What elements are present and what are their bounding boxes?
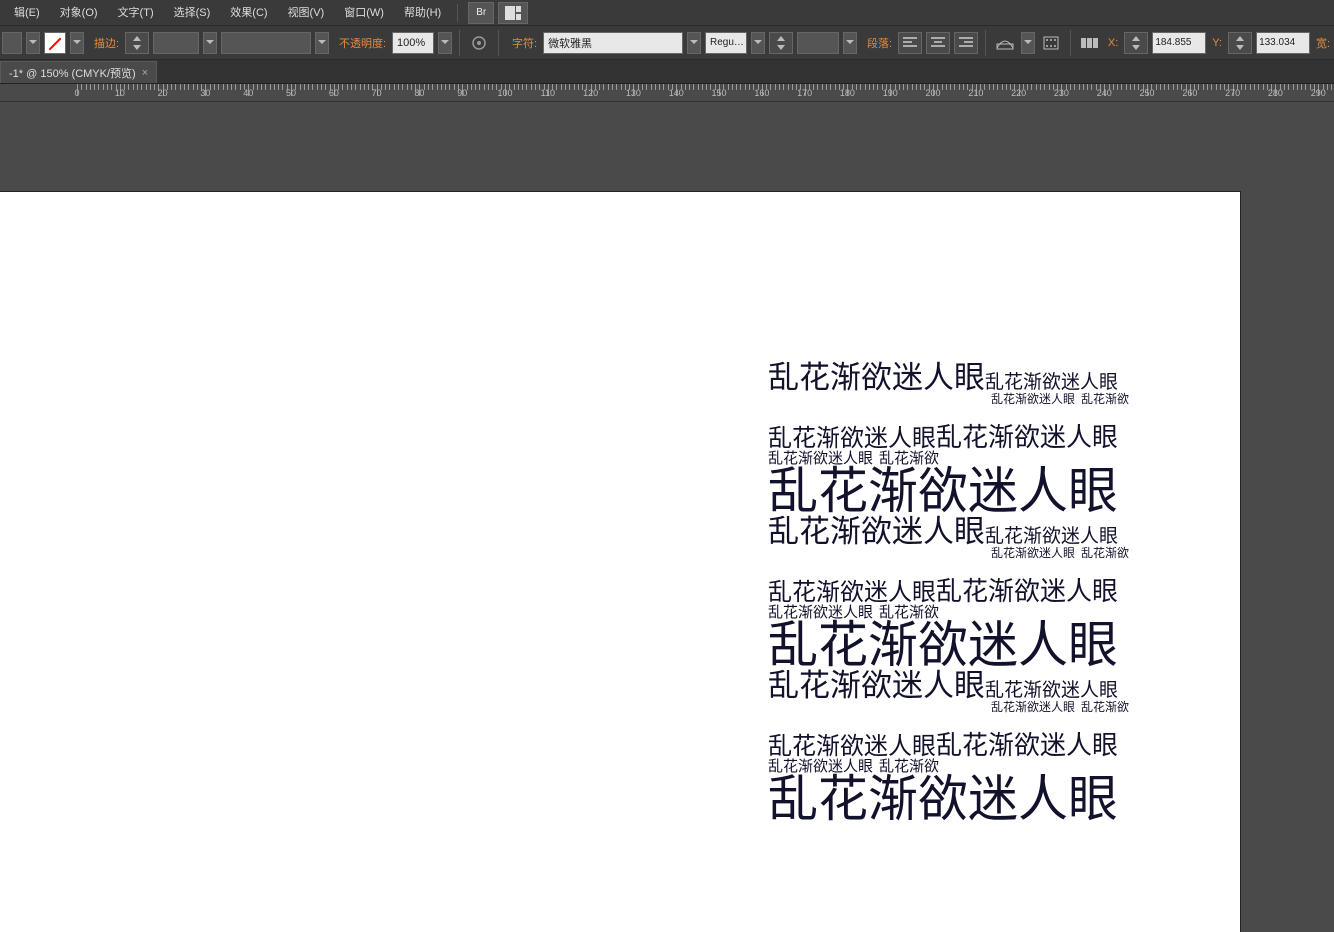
separator	[985, 30, 986, 56]
document-tab-title: -1* @ 150% (CMYK/预览)	[9, 65, 136, 81]
text-line[interactable]: 乱花渐欲迷人眼	[768, 362, 985, 393]
text-line[interactable]: 乱花渐欲迷人眼	[991, 701, 1075, 732]
menu-window[interactable]: 窗口(W)	[334, 0, 394, 26]
text-line[interactable]: 乱花渐欲迷人眼	[768, 466, 1118, 516]
text-line[interactable]: 乱花渐欲迷人眼	[768, 581, 936, 605]
menu-edit[interactable]: 辑(E)	[4, 0, 50, 26]
font-style-field[interactable]: Regu…	[705, 32, 747, 54]
menu-view[interactable]: 视图(V)	[278, 0, 335, 26]
text-line[interactable]: 乱花渐欲	[1081, 547, 1129, 578]
text-line[interactable]: 乱花渐欲迷人眼	[768, 774, 1118, 824]
x-field[interactable]: 184.855	[1152, 32, 1206, 54]
opacity-dropdown[interactable]	[438, 32, 452, 54]
character-label: 字符:	[506, 35, 539, 51]
opacity-label: 不透明度:	[333, 35, 388, 51]
menu-help[interactable]: 帮助(H)	[394, 0, 451, 26]
menu-bar: 辑(E) 对象(O) 文字(T) 选择(S) 效果(C) 视图(V) 窗口(W)…	[0, 0, 1334, 26]
align-panel-icon[interactable]	[1078, 32, 1102, 54]
document-tab[interactable]: -1* @ 150% (CMYK/预览) ×	[0, 61, 157, 83]
stroke-weight-stepper[interactable]	[125, 32, 149, 54]
layout-icon	[505, 6, 521, 20]
x-label: X:	[1106, 37, 1120, 49]
menu-effect[interactable]: 效果(C)	[220, 0, 277, 26]
fill-chip[interactable]	[2, 32, 22, 54]
document-tab-row: -1* @ 150% (CMYK/预览) ×	[0, 60, 1334, 84]
fill-dropdown[interactable]	[26, 32, 40, 54]
menu-type[interactable]: 文字(T)	[108, 0, 164, 26]
width-label: 宽:	[1314, 35, 1332, 51]
font-style-dropdown[interactable]	[751, 32, 765, 54]
warp-dropdown[interactable]	[1021, 32, 1035, 54]
separator	[1070, 30, 1071, 56]
text-line[interactable]: 乱花渐欲迷人眼	[936, 732, 1118, 758]
close-icon[interactable]: ×	[142, 67, 148, 79]
opacity-field[interactable]: 100%	[392, 32, 434, 54]
stroke-none-swatch[interactable]	[44, 32, 66, 54]
workspace-layout-button[interactable]	[498, 2, 528, 24]
text-line[interactable]: 乱花渐欲	[1081, 393, 1129, 424]
x-stepper[interactable]	[1124, 32, 1148, 54]
warp-envelope-icon[interactable]	[993, 32, 1017, 54]
font-size-dropdown[interactable]	[843, 32, 857, 54]
canvas-workspace[interactable]: 乱花渐欲迷人眼乱花渐欲迷人眼 乱花渐欲迷人眼乱花渐欲迷人眼乱花渐欲 乱花渐欲迷人…	[0, 102, 1334, 932]
y-stepper[interactable]	[1228, 32, 1252, 54]
text-line[interactable]: 乱花渐欲迷人眼	[985, 527, 1118, 546]
stroke-profile-dropdown[interactable]	[315, 32, 329, 54]
bridge-button[interactable]: Br	[468, 2, 494, 24]
menu-separator	[457, 4, 458, 22]
text-line[interactable]: 乱花渐欲迷人眼	[985, 373, 1118, 392]
align-left-icon[interactable]	[898, 32, 922, 54]
text-art-group[interactable]: 乱花渐欲迷人眼乱花渐欲迷人眼 乱花渐欲迷人眼乱花渐欲迷人眼乱花渐欲 乱花渐欲迷人…	[768, 362, 1133, 824]
stroke-swatch-dropdown[interactable]	[70, 32, 84, 54]
stroke-weight-field[interactable]	[153, 32, 199, 54]
separator	[459, 30, 460, 56]
recolor-artwork-icon[interactable]	[467, 32, 491, 54]
text-line[interactable]: 乱花渐欲迷人眼	[936, 424, 1118, 450]
options-bar: 描边: 不透明度: 100% 字符: 微软雅黑 Regu… 段落: X: 184…	[0, 26, 1334, 60]
text-line[interactable]: 乱花渐欲迷人眼	[991, 547, 1075, 578]
y-field[interactable]: 133.034	[1256, 32, 1310, 54]
y-label: Y:	[1210, 37, 1224, 49]
menu-object[interactable]: 对象(O)	[50, 0, 108, 26]
text-line[interactable]: 乱花渐欲迷人眼	[768, 670, 985, 701]
envelope-mesh-icon[interactable]	[1039, 32, 1063, 54]
horizontal-ruler[interactable]: 0102030405060708090100110120130140150160…	[0, 84, 1334, 102]
align-center-icon[interactable]	[926, 32, 950, 54]
font-size-stepper[interactable]	[769, 32, 793, 54]
text-line[interactable]: 乱花渐欲迷人眼	[768, 620, 1118, 670]
font-family-field[interactable]: 微软雅黑	[543, 32, 683, 54]
text-line[interactable]: 乱花渐欲迷人眼	[768, 735, 936, 759]
font-size-field[interactable]	[797, 32, 839, 54]
menu-select[interactable]: 选择(S)	[164, 0, 221, 26]
font-family-dropdown[interactable]	[687, 32, 701, 54]
stroke-profile-field[interactable]	[221, 32, 311, 54]
text-line[interactable]: 乱花渐欲	[1081, 701, 1129, 732]
text-line[interactable]: 乱花渐欲迷人眼	[768, 427, 936, 451]
text-line[interactable]: 乱花渐欲迷人眼	[985, 681, 1118, 700]
separator	[498, 30, 499, 56]
text-line[interactable]: 乱花渐欲迷人眼	[936, 578, 1118, 604]
stroke-weight-dropdown[interactable]	[203, 32, 217, 54]
artboard[interactable]: 乱花渐欲迷人眼乱花渐欲迷人眼 乱花渐欲迷人眼乱花渐欲迷人眼乱花渐欲 乱花渐欲迷人…	[0, 192, 1240, 932]
align-right-icon[interactable]	[954, 32, 978, 54]
text-line[interactable]: 乱花渐欲迷人眼	[768, 516, 985, 547]
stroke-label: 描边:	[88, 35, 121, 51]
text-line[interactable]: 乱花渐欲迷人眼	[991, 393, 1075, 424]
paragraph-label: 段落:	[861, 35, 894, 51]
